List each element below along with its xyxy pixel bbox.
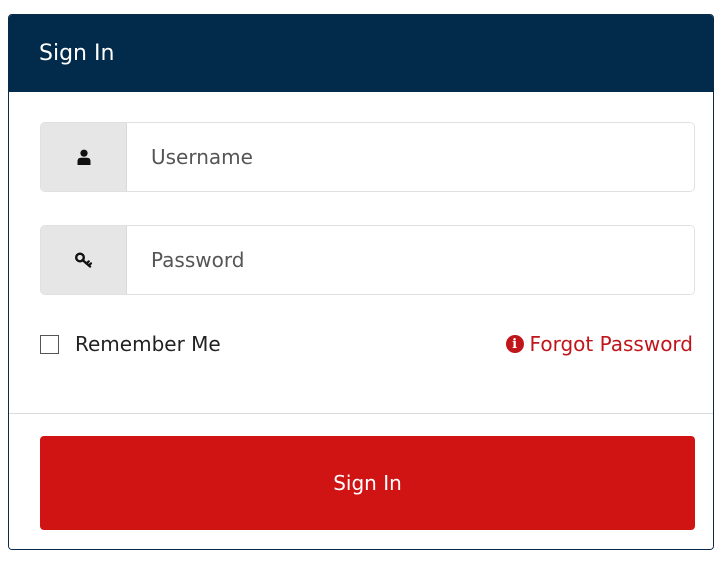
- password-addon: [41, 226, 127, 294]
- sign-in-panel: Sign In Username Remember Me i Forgot Pa…: [8, 14, 714, 550]
- username-input-group: [40, 122, 695, 192]
- remember-me[interactable]: Remember Me: [40, 332, 221, 356]
- remember-me-checkbox[interactable]: [40, 334, 59, 354]
- panel-title: Sign In: [9, 15, 713, 92]
- user-icon: [77, 149, 91, 165]
- username-input[interactable]: [127, 123, 694, 191]
- sign-in-button[interactable]: Sign In: [40, 436, 695, 530]
- key-icon: [74, 252, 93, 268]
- password-input[interactable]: [127, 226, 694, 294]
- remember-me-label: Remember Me: [75, 332, 221, 356]
- panel-footer: Sign In: [9, 413, 713, 549]
- forgot-password-link[interactable]: i Forgot Password: [505, 332, 693, 356]
- password-input-group: [40, 225, 695, 295]
- forgot-password-label: Forgot Password: [529, 332, 693, 356]
- username-addon: [41, 123, 127, 191]
- info-circle-icon: i: [505, 335, 524, 353]
- login-form: Remember Me i Forgot Password: [9, 92, 713, 413]
